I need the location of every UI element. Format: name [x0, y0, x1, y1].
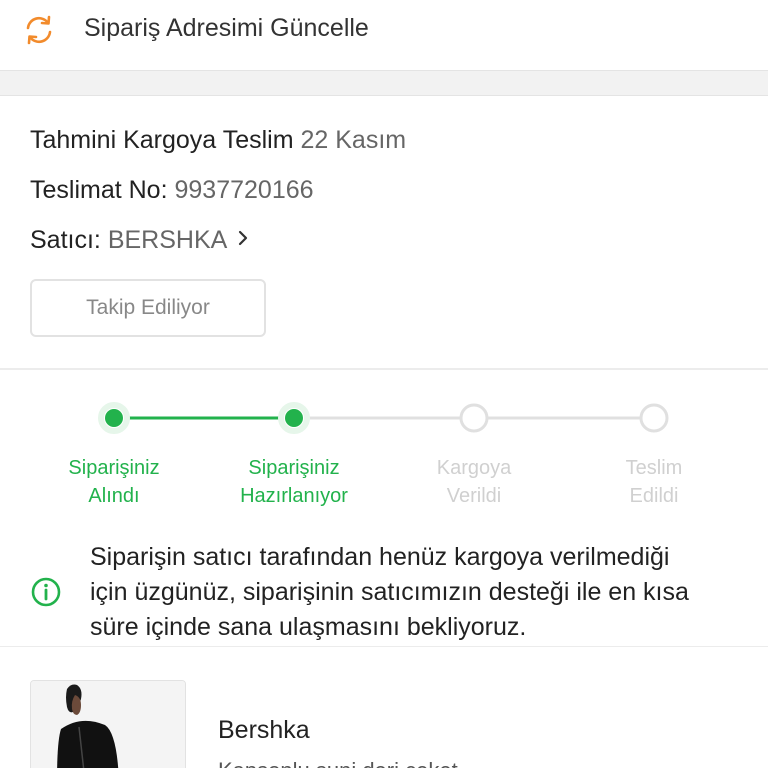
- tracker-graphic: [98, 402, 669, 434]
- tracker-step-dot: [278, 402, 310, 434]
- order-info-section: Tahmini Kargoya Teslim 22 Kasım Teslimat…: [0, 96, 768, 368]
- seller-link[interactable]: BERSHKA: [108, 226, 226, 254]
- step-label-line: Teslim: [625, 457, 683, 479]
- product-image[interactable]: [30, 680, 186, 768]
- step-label-line: Kargoya: [436, 457, 512, 479]
- step-label-line: Siparişiniz: [248, 457, 340, 479]
- follow-button[interactable]: Takip Ediliyor: [30, 279, 266, 337]
- step-label-line: Verildi: [446, 485, 502, 507]
- estimate-row: Tahmini Kargoya Teslim 22 Kasım: [30, 126, 406, 155]
- product-photo-icon: [31, 681, 185, 768]
- step-label-line: Siparişiniz: [68, 457, 160, 479]
- chevron-right-icon: [238, 230, 247, 246]
- delivery-no-label: Teslimat No:: [30, 176, 168, 204]
- section-divider: [0, 70, 768, 96]
- refresh-icon[interactable]: [22, 13, 56, 47]
- product-name: Kapşonlu suni deri ceket: [218, 758, 458, 768]
- notice-line: süre içinde sana ulaşmasını bekliyoruz.: [90, 613, 527, 641]
- update-address-link[interactable]: Sipariş Adresimi Güncelle: [84, 14, 369, 43]
- product-brand: Bershka: [218, 716, 310, 744]
- notice-text: Siparişin satıcı tarafından henüz kargoy…: [90, 540, 750, 645]
- step-label-shipped: Kargoya Verildi: [384, 454, 564, 510]
- step-label-delivered: Teslim Edildi: [564, 454, 744, 510]
- tracker-step-dot: [98, 402, 130, 434]
- seller-row[interactable]: Satıcı: BERSHKA: [30, 226, 249, 255]
- step-label-preparing: Siparişiniz Hazırlanıyor: [204, 454, 384, 510]
- step-label-received: Siparişiniz Alındı: [24, 454, 204, 510]
- step-label-line: Edildi: [629, 485, 679, 507]
- step-label-line: Alındı: [88, 485, 140, 507]
- delivery-no-value: 9937720166: [174, 176, 314, 204]
- estimate-value: 22 Kasım: [300, 126, 407, 154]
- delivery-no-row: Teslimat No: 9937720166: [30, 176, 314, 205]
- step-label-line: Hazırlanıyor: [240, 485, 348, 507]
- top-bar: Sipariş Adresimi Güncelle: [0, 0, 768, 70]
- estimate-label: Tahmini Kargoya Teslim: [30, 126, 294, 154]
- notice-line: Siparişin satıcı tarafından henüz kargoy…: [90, 543, 670, 571]
- notice-line: için üzgünüz, siparişinin satıcımızın de…: [90, 578, 689, 606]
- seller-label: Satıcı:: [30, 226, 101, 254]
- tracker-step-dot: [639, 403, 669, 433]
- info-icon: [31, 577, 61, 607]
- tracker-step-dot: [459, 403, 489, 433]
